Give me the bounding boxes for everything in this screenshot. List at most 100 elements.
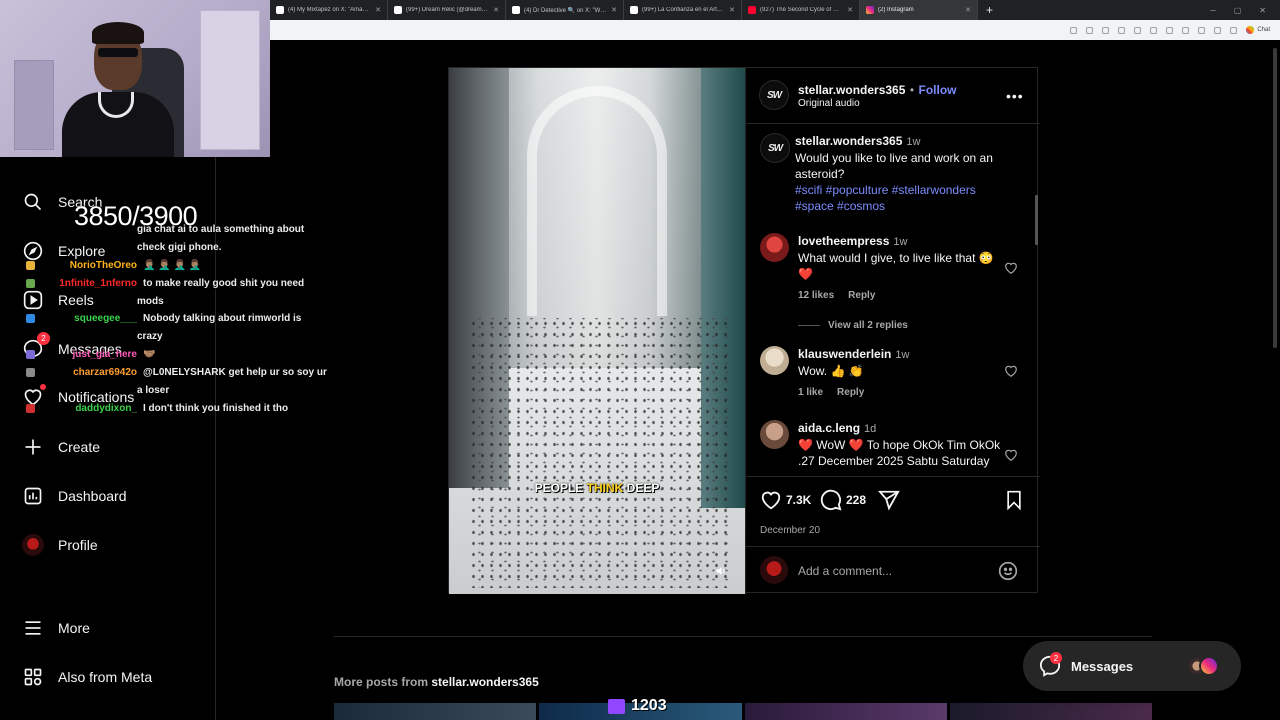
copilot-chat-button[interactable]: Chat — [1246, 26, 1270, 34]
bookmark-star-icon[interactable] — [1118, 26, 1126, 34]
browser-tab[interactable]: (4) My Mixtapez on X: "Amazon w ✕ — [270, 0, 388, 20]
post-thumbnail[interactable] — [949, 703, 1152, 720]
chat-message: gia chat ai to aula something about — [137, 224, 305, 235]
chat-message: NorioTheOreo 🤦🏽‍♂️ 🤦🏽‍♂️ 🤦🏽‍♂️ 🤦🏽‍♂️ — [26, 260, 339, 274]
audio-link[interactable]: Original audio — [798, 98, 860, 109]
browser-tab[interactable]: (99+) Dream Relic (@dreamrelic) ✕ — [388, 0, 506, 20]
save-button[interactable] — [1004, 489, 1024, 511]
comment-button[interactable]: 228 — [820, 489, 866, 511]
comments-list: SW stellar.wonders365 1w Would you like t… — [746, 125, 1040, 475]
browser-tab[interactable]: (4) Dr Detective 🔍 on X: "When it ✕ — [506, 0, 624, 20]
browser-tab-strip: (4) My Mixtapez on X: "Amazon w ✕ (99+) D… — [270, 0, 1280, 20]
comment-icon — [820, 489, 842, 511]
refresh-icon[interactable] — [1134, 26, 1142, 34]
section-divider — [334, 636, 1152, 637]
instagram-avatar-icon — [1199, 656, 1219, 676]
post-actions: 7.3K 228 December 20 — [746, 476, 1040, 546]
like-button[interactable]: 7.3K — [760, 489, 811, 511]
meta-icon — [22, 666, 44, 688]
browser-tab[interactable]: (927) The Second Cycle of Human ✕ — [742, 0, 860, 20]
follow-button[interactable]: Follow — [919, 83, 957, 97]
bits-counter: 1203 — [608, 697, 667, 715]
post-date[interactable]: December 20 — [760, 525, 820, 536]
extension-icon[interactable] — [1070, 26, 1078, 34]
volume-icon[interactable] — [715, 564, 727, 576]
notification-dot — [40, 384, 46, 390]
streamer-webcam — [0, 0, 270, 157]
messages-badge: 2 — [37, 332, 50, 345]
author-username[interactable]: stellar.wonders365 — [798, 83, 905, 97]
nav-also-from-meta[interactable]: Also from Meta — [22, 666, 152, 688]
video-caption: PEOPLE THINK DEEP — [534, 481, 660, 495]
commenter-avatar[interactable] — [760, 346, 789, 375]
like-comment-icon[interactable] — [1004, 364, 1018, 378]
chat-message: crazy — [137, 331, 163, 342]
chat-message: squeegee___ Nobody talking about rimworl… — [26, 313, 339, 327]
reels-icon — [22, 289, 44, 311]
commenter-avatar[interactable] — [760, 420, 789, 449]
close-tab-icon[interactable]: ✕ — [965, 6, 971, 14]
nav-dashboard[interactable]: Dashboard — [22, 485, 127, 507]
close-window-icon[interactable]: ✕ — [1259, 6, 1266, 15]
post-thumbnail[interactable] — [744, 703, 947, 720]
reply-button[interactable]: Reply — [837, 385, 864, 401]
post-side-panel: SW stellar.wonders365 • Follow Original … — [745, 68, 1040, 594]
comments-count: 228 — [846, 493, 867, 507]
nav-reels[interactable]: Reels — [22, 289, 94, 311]
post-modal: PEOPLE THINK DEEP SW stellar.wonders365 … — [448, 67, 1040, 594]
hashtags[interactable]: #scifi #popculture #stellarwonders — [795, 183, 976, 197]
add-comment-bar: Add a comment... — [746, 546, 1040, 594]
comments-scrollbar[interactable] — [1035, 195, 1038, 245]
more-options-icon[interactable]: ••• — [1006, 88, 1024, 104]
commenter-avatar[interactable] — [760, 233, 789, 262]
twitch-bits-icon — [608, 698, 625, 714]
settings-menu-icon[interactable] — [1230, 26, 1238, 34]
nav-create[interactable]: Create — [22, 436, 100, 458]
nav-explore[interactable]: Explore — [22, 240, 105, 262]
chat-message: mods — [137, 296, 164, 307]
profile-icon[interactable] — [1214, 26, 1222, 34]
add-comment-input[interactable]: Add a comment... — [798, 564, 892, 578]
maximize-icon[interactable]: ▢ — [1234, 6, 1242, 15]
like-comment-icon[interactable] — [1004, 261, 1018, 275]
browser-tab-active[interactable]: (2) Instagram ✕ — [860, 0, 978, 20]
close-tab-icon[interactable]: ✕ — [729, 6, 735, 14]
emoji-icon[interactable] — [998, 561, 1018, 586]
page-scrollbar[interactable] — [1273, 48, 1277, 348]
view-replies-button[interactable]: View all 2 replies — [798, 320, 908, 331]
close-tab-icon[interactable]: ✕ — [375, 6, 381, 14]
close-tab-icon[interactable]: ✕ — [611, 6, 617, 14]
chat-message: charzar6942o @L0NELYSHARK get help ur so… — [26, 367, 339, 381]
chat-badge-icon — [26, 261, 35, 270]
chat-badge-icon — [26, 404, 35, 413]
nav-more[interactable]: More — [22, 617, 90, 639]
reply-button[interactable]: Reply — [848, 288, 875, 304]
chat-message: just_gia_here 🤝🏽 — [26, 349, 339, 363]
post-thumbnail[interactable] — [334, 703, 537, 720]
like-comment-icon[interactable] — [1004, 448, 1018, 462]
reel-video[interactable]: PEOPLE THINK DEEP — [449, 68, 745, 594]
close-tab-icon[interactable]: ✕ — [847, 6, 853, 14]
collections-icon[interactable] — [1198, 26, 1206, 34]
dashboard-icon — [22, 485, 44, 507]
author-avatar[interactable]: SW — [760, 133, 790, 163]
nav-profile[interactable]: Profile — [22, 534, 98, 556]
new-tab-button[interactable]: + — [986, 3, 993, 17]
zoom-icon[interactable] — [1086, 26, 1094, 34]
author-avatar[interactable]: SW — [759, 80, 789, 110]
puzzle-icon[interactable] — [1166, 26, 1174, 34]
window-controls: ─ ▢ ✕ — [1210, 6, 1280, 15]
chat-message: 1nfinite_1nferno to make really good shi… — [26, 278, 339, 292]
share-button[interactable] — [878, 489, 900, 511]
close-tab-icon[interactable]: ✕ — [493, 6, 499, 14]
translate-icon[interactable] — [1102, 26, 1110, 34]
hashtags[interactable]: #space #cosmos — [795, 199, 885, 213]
chat-message: a loser — [137, 385, 170, 396]
split-view-icon[interactable] — [1150, 26, 1158, 34]
x-favicon-icon — [630, 6, 638, 14]
browser-tab[interactable]: (99+) La Confianza en el Arte del ✕ — [624, 0, 742, 20]
post-header: SW stellar.wonders365 • Follow Original … — [746, 68, 1040, 124]
chat-message: daddydixon_ I don't think you finished i… — [26, 403, 339, 417]
minimize-icon[interactable]: ─ — [1210, 6, 1216, 15]
favorites-icon[interactable] — [1182, 26, 1190, 34]
